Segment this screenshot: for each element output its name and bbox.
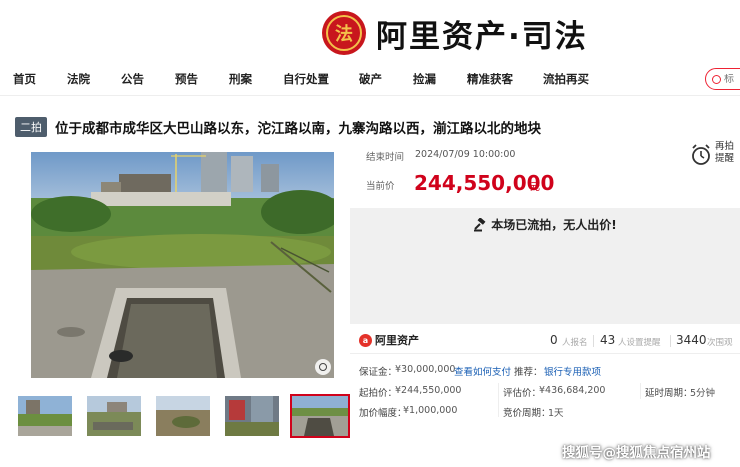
ali-logo-text: 阿里资产: [375, 334, 419, 347]
reminders-count: 43: [600, 333, 616, 347]
delay-value: 5分钟: [690, 388, 716, 399]
nav-item-criminal[interactable]: 刑案: [229, 71, 252, 87]
thumbnail-image: [18, 396, 72, 436]
thumbnail-3[interactable]: [156, 396, 210, 436]
magnifier-icon: [319, 363, 327, 371]
views-count: 3440: [676, 333, 707, 347]
reminders-label: 人设置提醒: [618, 338, 661, 348]
nav-item-home[interactable]: 首页: [13, 71, 36, 87]
court-emblem-icon: 法: [322, 11, 366, 55]
land-photo-image: [31, 152, 334, 378]
bid-cycle-value: 1天: [548, 408, 564, 419]
deposit-value: ¥30,000,000: [395, 364, 456, 375]
main-nav: 首页 法院 公告 预告 刑案 自行处置 破产 捡漏 精准获客 流拍再买: [0, 62, 740, 96]
thumbnail-image: [225, 396, 279, 436]
thumbnail-image: [292, 396, 348, 436]
thumbnail-2[interactable]: [87, 396, 141, 436]
nav-item-notice[interactable]: 公告: [121, 71, 144, 87]
auction-status-box: 本场已流拍，无人出价!: [350, 208, 740, 324]
increment-value: ¥1,000,000: [403, 405, 458, 416]
watermark-text: 搜狐号@搜狐焦点宿州站: [562, 445, 711, 461]
nav-item-failed-rebuy[interactable]: 流拍再买: [543, 71, 589, 87]
status-message: 本场已流拍，无人出价!: [491, 218, 617, 232]
auction-title-row: 二拍 位于成都市成华区大巴山路以东，沱江路以南，九寨沟路以西，湔江路以北的地块: [15, 117, 541, 137]
divider: [593, 335, 594, 347]
search-input[interactable]: [724, 73, 740, 85]
nav-item-preview[interactable]: 预告: [175, 71, 198, 87]
remind-button[interactable]: 再拍提醒: [690, 141, 738, 169]
bid-cycle-label: 竞价周期：: [503, 408, 551, 419]
bank-loan-link[interactable]: 银行专用款项: [544, 364, 601, 378]
deposit-label: 保证金：: [359, 367, 398, 378]
search-icon: [712, 74, 721, 84]
current-price-label: 当前价: [366, 181, 395, 192]
zoom-button[interactable]: [315, 359, 331, 375]
page-title: 位于成都市成华区大巴山路以东，沱江路以南，九寨沟路以西，湔江路以北的地块: [55, 121, 541, 137]
recommend-label: 推荐：: [514, 367, 543, 378]
appraisal-value: ¥436,684,200: [539, 385, 606, 396]
search-box[interactable]: [705, 68, 740, 90]
remind-label: 再拍提醒: [715, 141, 735, 164]
thumbnail-5-selected[interactable]: [290, 394, 350, 438]
gavel-icon: [474, 217, 486, 231]
current-price-unit: 元: [530, 182, 540, 193]
alarm-clock-icon: [692, 144, 710, 165]
start-price-label: 起拍价：: [359, 388, 398, 399]
divider: [670, 335, 671, 347]
appraisal-label: 评估价：: [503, 388, 542, 399]
divider: [640, 383, 641, 399]
thumbnail-1[interactable]: [18, 396, 72, 436]
applicants-label: 人报名: [562, 338, 588, 348]
start-price-value: ¥244,550,000: [395, 385, 462, 396]
end-time-label: 结束时间: [366, 152, 405, 163]
thumbnail-image: [87, 396, 141, 436]
divider: [498, 383, 499, 417]
delay-label: 延时周期：: [645, 388, 693, 399]
ali-asset-logo: a 阿里资产: [359, 332, 419, 348]
ali-logo-icon: a: [359, 333, 372, 347]
how-to-pay-link[interactable]: 查看如何支付: [454, 364, 511, 378]
thumbnail-4[interactable]: [225, 396, 279, 436]
nav-item-bargain[interactable]: 捡漏: [413, 71, 436, 87]
round-badge: 二拍: [15, 117, 47, 137]
end-time-value: 2024/07/09 10:00:00: [415, 149, 516, 160]
thumbnail-image: [156, 396, 210, 436]
nav-item-precise-leads[interactable]: 精准获客: [467, 71, 513, 87]
nav-item-court[interactable]: 法院: [67, 71, 90, 87]
nav-item-self-disposal[interactable]: 自行处置: [283, 71, 329, 87]
nav-item-bankruptcy[interactable]: 破产: [359, 71, 382, 87]
site-logo[interactable]: 法 阿里资产·司法: [322, 8, 588, 58]
brand-title: 阿里资产·司法: [376, 18, 588, 55]
applicants-count: 0: [550, 333, 558, 347]
main-photo[interactable]: [31, 152, 334, 378]
views-label: 次围观: [707, 338, 733, 348]
increment-label: 加价幅度：: [359, 408, 407, 419]
stats-bar: a 阿里资产 0 人报名 43 人设置提醒 3440 次围观: [350, 328, 740, 354]
